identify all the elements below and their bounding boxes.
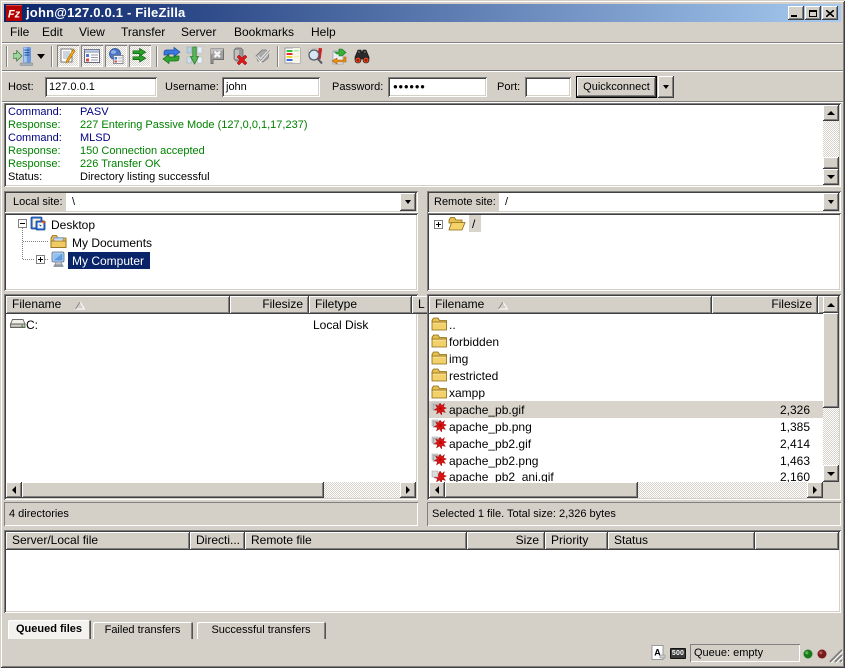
svg-text:Fz: Fz — [8, 9, 21, 21]
